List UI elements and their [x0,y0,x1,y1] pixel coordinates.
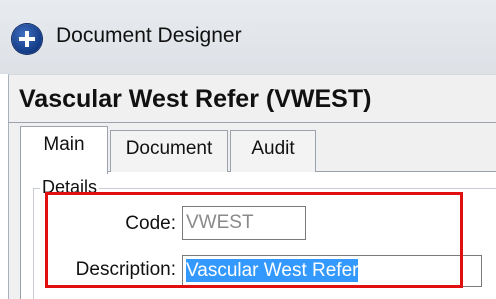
description-field[interactable]: Vascular West Refer [182,255,482,287]
tab-strip-divider [8,122,496,123]
window-title: Document Designer [56,24,242,47]
code-label: Code: [125,213,176,234]
tab-audit[interactable]: Audit [230,130,316,172]
tab-document[interactable]: Document [110,130,228,172]
description-selected-text: Vascular West Refer [186,259,359,282]
details-legend: Details [40,177,100,198]
window-titlebar: Document Designer [0,0,496,74]
page-title: Vascular West Refer (VWEST) [19,85,372,113]
tab-main[interactable]: Main [20,126,108,174]
code-field[interactable]: VWEST [182,206,306,240]
plus-circle-icon [12,24,42,54]
description-label: Description: [75,259,176,280]
